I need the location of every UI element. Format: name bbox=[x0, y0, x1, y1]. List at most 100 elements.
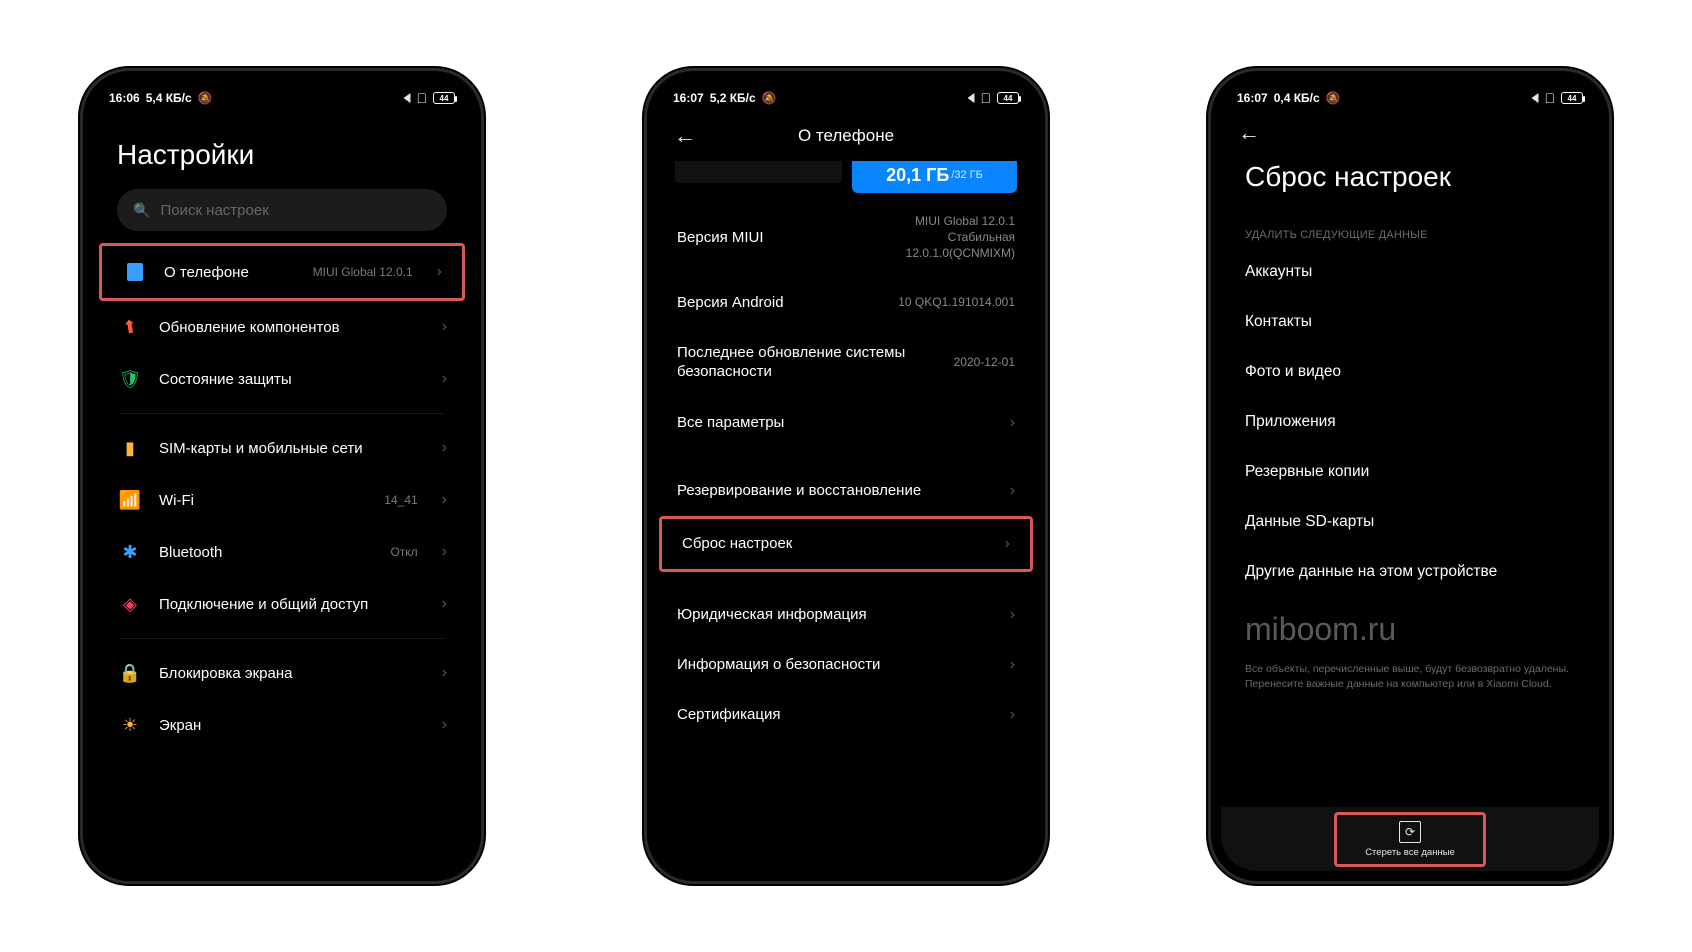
row-lock-screen[interactable]: 🔒 Блокировка экрана › bbox=[97, 647, 467, 699]
phone-reset: 16:07 0,4 КБ/с 🔕 􀙇 44 ← Сброс настроек У… bbox=[1211, 71, 1609, 881]
section-hint: УДАЛИТЬ СЛЕДУЮЩИЕ ДАННЫЕ bbox=[1221, 211, 1599, 247]
row-value: 2020-12-01 bbox=[954, 354, 1015, 370]
row-certification[interactable]: Сертификация › bbox=[657, 690, 1035, 740]
chevron-right-icon: › bbox=[1010, 414, 1015, 432]
erase-all-button[interactable]: ⟳ Стереть все данные bbox=[1334, 812, 1486, 867]
row-label: Версия MIUI bbox=[677, 229, 894, 246]
search-input[interactable]: 🔍 Поиск настроек bbox=[117, 189, 447, 231]
row-value: 14_41 bbox=[384, 493, 417, 507]
battery-icon: 44 bbox=[997, 92, 1019, 104]
chevron-right-icon: › bbox=[1010, 606, 1015, 624]
row-label: Версия Android bbox=[677, 294, 886, 311]
phone-settings: 16:06 5,4 КБ/с 🔕 􀙇 44 Настройки 🔍 Поиск … bbox=[83, 71, 481, 881]
row-label: Блокировка экрана bbox=[159, 665, 424, 682]
storage-card-right: 20,1 ГБ /32 ГБ bbox=[852, 161, 1017, 193]
mute-icon: 🔕 bbox=[762, 91, 777, 105]
row-miui-version[interactable]: Версия MIUI MIUI Global 12.0.1 Стабильна… bbox=[657, 197, 1035, 278]
storage-used: 20,1 ГБ bbox=[886, 165, 949, 186]
bluetooth-icon: ✱ bbox=[119, 541, 141, 563]
row-label: Сброс настроек bbox=[682, 535, 987, 552]
row-android-version[interactable]: Версия Android 10 QKQ1.191014.001 bbox=[657, 278, 1035, 327]
row-label: Все параметры bbox=[677, 414, 992, 431]
row-label: Последнее обновление системы безопасност… bbox=[677, 343, 942, 382]
row-value: Откл bbox=[390, 545, 417, 559]
row-label: Информация о безопасности bbox=[677, 656, 992, 673]
storage-card-left bbox=[675, 161, 842, 183]
row-value: 10 QKQ1.191014.001 bbox=[898, 294, 1015, 310]
row-backup-restore[interactable]: Резервирование и восстановление › bbox=[657, 466, 1035, 516]
page-title: Настройки bbox=[93, 111, 471, 189]
status-time: 16:07 bbox=[673, 91, 704, 105]
search-icon: 🔍 bbox=[133, 202, 150, 219]
chevron-right-icon: › bbox=[1010, 482, 1015, 500]
bottom-action-bar: ⟳ Стереть все данные bbox=[1221, 807, 1599, 871]
row-label: Экран bbox=[159, 717, 424, 734]
wifi-icon: 􀙇 bbox=[1545, 90, 1556, 106]
row-label: О телефоне bbox=[164, 264, 295, 281]
row-label: Подключение и общий доступ bbox=[159, 596, 424, 613]
battery-icon: 44 bbox=[1561, 92, 1583, 104]
header: ← О телефоне bbox=[657, 111, 1035, 161]
row-value: MIUI Global 12.0.1 Стабильная 12.0.1.0(Q… bbox=[906, 213, 1015, 262]
status-time: 16:07 bbox=[1237, 91, 1268, 105]
chevron-right-icon: › bbox=[437, 263, 442, 281]
storage-widget[interactable]: 20,1 ГБ /32 ГБ bbox=[657, 161, 1035, 197]
search-placeholder: Поиск настроек bbox=[160, 202, 268, 219]
row-safety-info[interactable]: Информация о безопасности › bbox=[657, 640, 1035, 690]
mute-icon: 🔕 bbox=[1326, 91, 1341, 105]
reset-icon: ⟳ bbox=[1399, 821, 1421, 843]
reset-item-media[interactable]: Фото и видео bbox=[1221, 347, 1599, 397]
row-legal-info[interactable]: Юридическая информация › bbox=[657, 590, 1035, 640]
status-bar: 16:07 5,2 КБ/с 🔕 􀙇 44 bbox=[657, 81, 1035, 111]
status-speed: 0,4 КБ/с bbox=[1274, 91, 1320, 105]
row-reset-settings[interactable]: Сброс настроек › bbox=[659, 516, 1033, 572]
chevron-right-icon: › bbox=[442, 318, 447, 336]
row-label: Юридическая информация bbox=[677, 606, 992, 623]
erase-label: Стереть все данные bbox=[1365, 847, 1455, 858]
cell-signal-icon bbox=[961, 93, 975, 103]
chevron-right-icon: › bbox=[442, 595, 447, 613]
wifi-icon: 􀙇 bbox=[417, 90, 428, 106]
row-label: Обновление компонентов bbox=[159, 319, 424, 336]
phone-icon bbox=[127, 263, 143, 281]
storage-total: /32 ГБ bbox=[951, 169, 983, 181]
header: ← bbox=[1221, 111, 1599, 155]
reset-item-sdcard[interactable]: Данные SD-карты bbox=[1221, 497, 1599, 547]
status-bar: 16:06 5,4 КБ/с 🔕 􀙇 44 bbox=[93, 81, 471, 111]
row-display[interactable]: ☀ Экран › bbox=[97, 699, 467, 751]
row-all-specs[interactable]: Все параметры › bbox=[657, 398, 1035, 448]
wifi-icon: 􀙇 bbox=[981, 90, 992, 106]
chevron-right-icon: › bbox=[442, 664, 447, 682]
chevron-right-icon: › bbox=[442, 491, 447, 509]
row-security-patch[interactable]: Последнее обновление системы безопасност… bbox=[657, 327, 1035, 398]
row-sim-networks[interactable]: ▮ SIM-карты и мобильные сети › bbox=[97, 422, 467, 474]
reset-item-contacts[interactable]: Контакты bbox=[1221, 297, 1599, 347]
status-speed: 5,2 КБ/с bbox=[710, 91, 756, 105]
row-label: Wi-Fi bbox=[159, 492, 366, 509]
row-label: SIM-карты и мобильные сети bbox=[159, 440, 424, 457]
row-wifi[interactable]: 📶 Wi-Fi 14_41 › bbox=[97, 474, 467, 526]
chevron-right-icon: › bbox=[442, 543, 447, 561]
lock-icon: 🔒 bbox=[119, 662, 141, 684]
row-value: MIUI Global 12.0.1 bbox=[313, 265, 413, 279]
back-button[interactable]: ← bbox=[1229, 120, 1269, 146]
reset-item-other[interactable]: Другие данные на этом устройстве bbox=[1221, 547, 1599, 597]
row-label: Bluetooth bbox=[159, 544, 372, 561]
chevron-right-icon: › bbox=[442, 439, 447, 457]
reset-item-apps[interactable]: Приложения bbox=[1221, 397, 1599, 447]
reset-item-accounts[interactable]: Аккаунты bbox=[1221, 247, 1599, 297]
update-icon: ⬆ bbox=[117, 314, 142, 339]
page-title: Сброс настроек bbox=[1221, 155, 1599, 211]
row-about-phone[interactable]: О телефоне MIUI Global 12.0.1 › bbox=[99, 243, 465, 301]
chevron-right-icon: › bbox=[1010, 656, 1015, 674]
row-bluetooth[interactable]: ✱ Bluetooth Откл › bbox=[97, 526, 467, 578]
wifi-icon: 📶 bbox=[119, 489, 141, 511]
chevron-right-icon: › bbox=[442, 370, 447, 388]
status-time: 16:06 bbox=[109, 91, 140, 105]
row-component-updates[interactable]: ⬆ Обновление компонентов › bbox=[97, 301, 467, 353]
reset-item-backups[interactable]: Резервные копии bbox=[1221, 447, 1599, 497]
row-security-status[interactable]: 🛡 Состояние защиты › bbox=[97, 353, 467, 405]
fine-print: Все объекты, перечисленные выше, будут б… bbox=[1221, 656, 1599, 706]
row-connection-sharing[interactable]: ◈ Подключение и общий доступ › bbox=[97, 578, 467, 630]
battery-icon: 44 bbox=[433, 92, 455, 104]
